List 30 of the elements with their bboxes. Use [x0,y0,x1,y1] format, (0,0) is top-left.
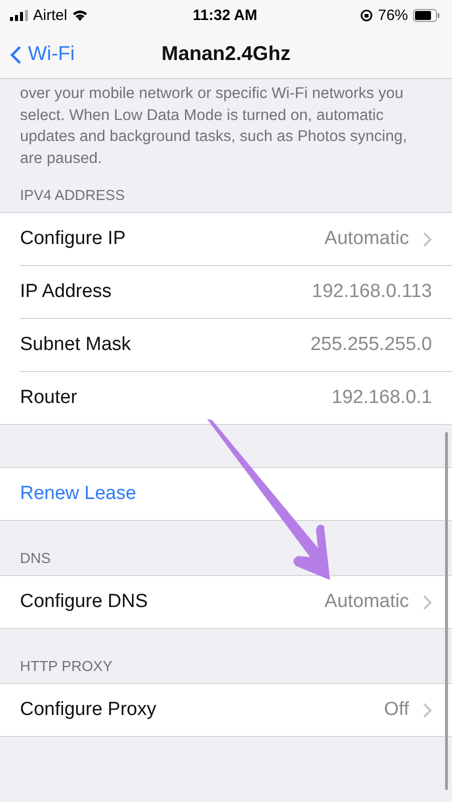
section-header: HTTP PROXY [19,659,114,677]
chevron-icon [423,594,432,610]
row-label[interactable]: Configure Proxy [20,699,384,721]
row-label: Router [20,387,78,409]
signal-icon [10,10,28,20]
row-value: 192.168.0.113 [312,281,432,303]
carrier-name: Airtel [33,6,68,24]
row-value: 255.255.255.0 [310,334,432,356]
battery-percent: 76% [378,6,408,24]
row-label[interactable]: Configure DNS [20,591,325,613]
section-header: IPV4 ADDRESS [19,188,126,206]
battery-icon [413,8,440,22]
status-time: 11:32 AM [192,6,258,24]
section-header: DNS [19,551,52,569]
row-label[interactable]: Configure IP [20,228,325,250]
rotation-lock-icon [360,8,373,22]
chevron-icon [423,702,432,718]
screen-title: Manan2.4Ghz [162,42,290,66]
row-value: 192.168.0.1 [332,387,432,409]
row-value: Automatic [324,228,409,250]
description-text: over your mobile network or specific Wi-Fi networks you select. When Low Data Mode is turned on, automatic updates and background tasks, such as Photos syncing, are paused. [20,84,408,168]
renew-lease-link[interactable]: Renew Lease [20,483,136,505]
back-chevron-icon [10,44,22,64]
wifi-icon [72,9,88,21]
row-label: Subnet Mask [20,334,132,356]
row-value: Off [384,699,409,721]
row-value: Automatic [324,591,409,613]
back-button[interactable]: Wi-Fi [10,43,75,66]
chevron-icon [423,232,432,246]
row-label: IP Address [20,281,113,303]
